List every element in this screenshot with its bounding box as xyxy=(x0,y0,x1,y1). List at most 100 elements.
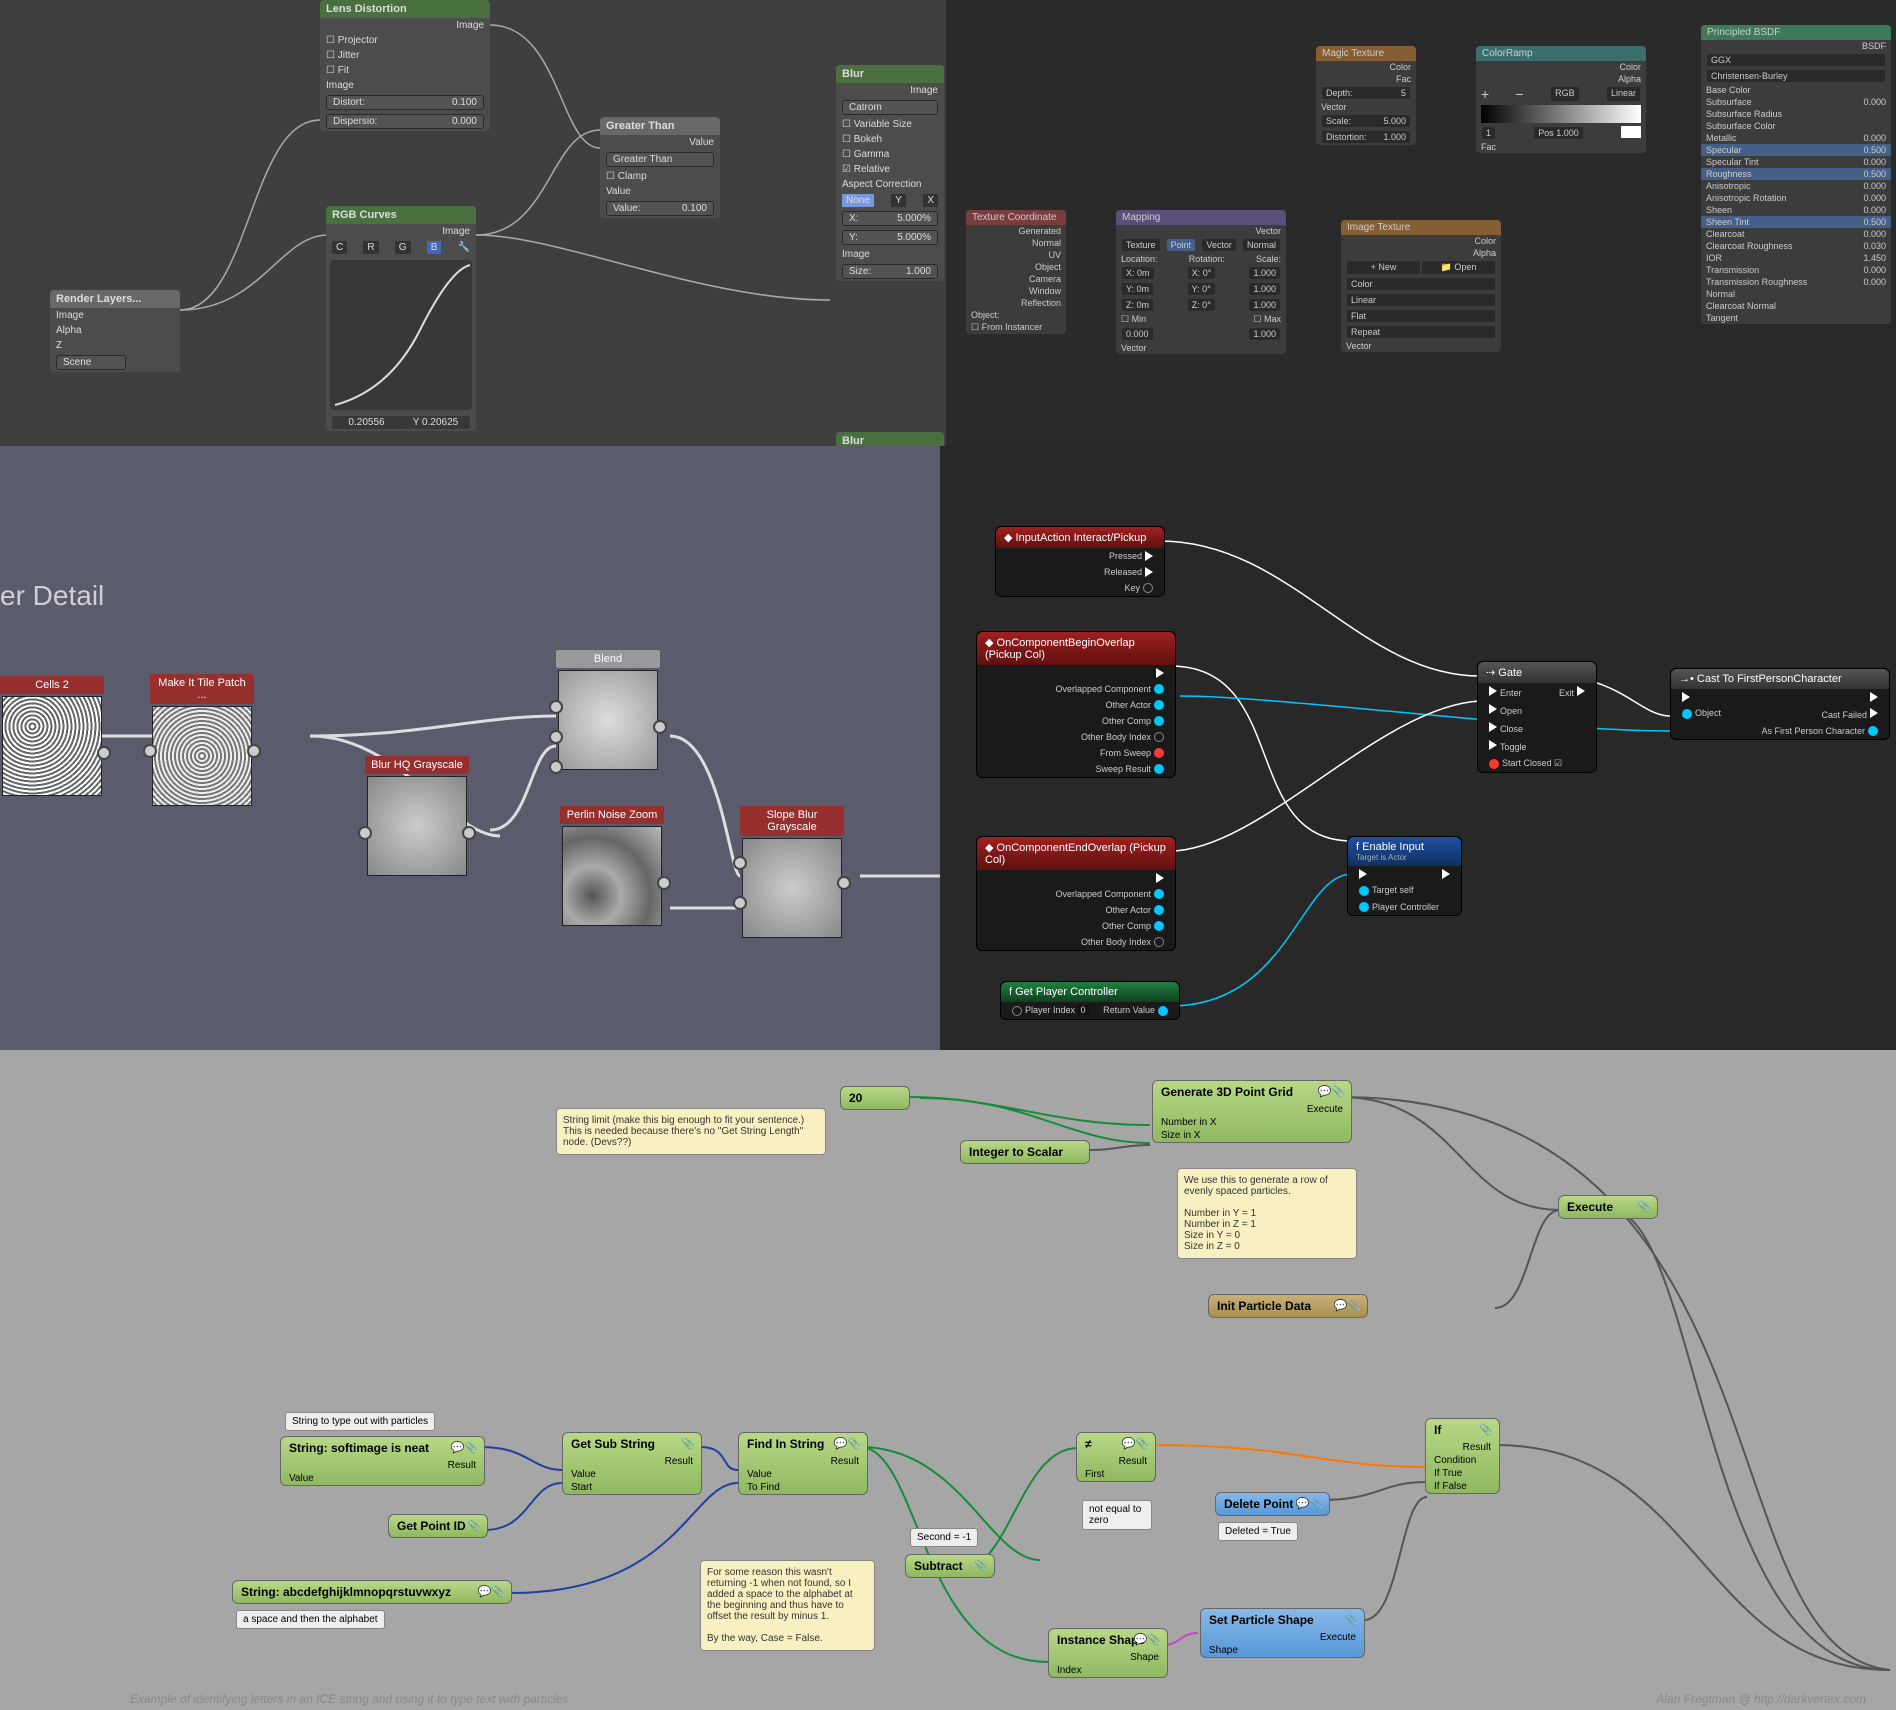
bsdf-param[interactable]: Anisotropic Rotation0.000 xyxy=(1701,192,1891,204)
jitter-check[interactable]: Jitter xyxy=(338,50,360,61)
input-socket-2[interactable] xyxy=(549,730,563,744)
exec-out[interactable] xyxy=(1870,692,1878,702)
gamma-check[interactable]: Gamma xyxy=(854,149,890,160)
bool-pin[interactable] xyxy=(1489,759,1499,769)
bsdf-param[interactable]: Base Color xyxy=(1701,84,1891,96)
data-pin[interactable] xyxy=(1154,732,1164,742)
mode-linear[interactable]: Linear xyxy=(1607,87,1640,101)
neq-node[interactable]: ≠💬📎 Result First xyxy=(1076,1432,1156,1482)
data-pin[interactable] xyxy=(1359,902,1369,912)
bsdf-param[interactable]: Roughness0.500 xyxy=(1701,168,1891,180)
instance-shape-node[interactable]: Instance Shape💬📎 Shape Index xyxy=(1048,1628,1168,1678)
extension[interactable]: Repeat xyxy=(1347,326,1495,338)
interp[interactable]: Linear xyxy=(1347,294,1495,306)
size-value[interactable]: 1.000 xyxy=(906,266,931,277)
tab-texture[interactable]: Texture xyxy=(1122,239,1160,251)
tab-c[interactable]: C xyxy=(332,241,347,254)
data-pin[interactable] xyxy=(1143,583,1153,593)
ramp-gradient[interactable] xyxy=(1481,105,1641,123)
init-particle-data-node[interactable]: Init Particle Data💬📎 xyxy=(1208,1294,1368,1318)
bsdf-param[interactable]: Sheen Tint0.500 xyxy=(1701,216,1891,228)
principled-bsdf-node[interactable]: Principled BSDF BSDF GGX Christensen-Bur… xyxy=(1701,25,1891,324)
output-socket[interactable] xyxy=(462,826,476,840)
input-socket[interactable] xyxy=(358,826,372,840)
generate-3d-grid-node[interactable]: Generate 3D Point Grid💬📎 Execute Number … xyxy=(1152,1080,1352,1143)
data-pin[interactable] xyxy=(1012,1006,1022,1016)
output-socket[interactable] xyxy=(653,720,667,734)
int-to-scalar-node[interactable]: Integer to Scalar xyxy=(960,1140,1090,1164)
if-node[interactable]: If📎 Result Condition If True If False xyxy=(1425,1418,1500,1494)
input-socket-1[interactable] xyxy=(549,700,563,714)
blur-node[interactable]: Blur Image Catrom ☐ Variable Size ☐ Boke… xyxy=(836,65,944,281)
tab-r[interactable]: R xyxy=(363,241,378,254)
clamp-check[interactable]: Clamp xyxy=(618,171,647,182)
depth-value[interactable]: 5 xyxy=(1401,88,1406,98)
output-socket[interactable] xyxy=(657,876,671,890)
get-sub-string-node[interactable]: Get Sub String📎 Result Value Start xyxy=(562,1432,702,1495)
distort-value[interactable]: 0.100 xyxy=(452,97,477,108)
curve-editor[interactable] xyxy=(330,260,472,410)
output-socket[interactable] xyxy=(97,746,111,760)
open-image[interactable]: Open xyxy=(1454,262,1476,272)
tab-point[interactable]: Point xyxy=(1167,239,1196,251)
exec-in[interactable] xyxy=(1682,692,1690,702)
output-socket[interactable] xyxy=(837,876,851,890)
tab-b[interactable]: B xyxy=(427,241,442,254)
input-action-node[interactable]: ◆ InputAction Interact/Pickup Pressed Re… xyxy=(995,526,1165,597)
max-x[interactable]: 1.000 xyxy=(1249,328,1280,340)
get-point-id-node[interactable]: Get Point ID📎 xyxy=(388,1514,488,1538)
type-select[interactable]: Catrom xyxy=(842,100,938,115)
loc-x[interactable]: X: 0m xyxy=(1122,267,1154,279)
bsdf-param[interactable]: Specular0.500 xyxy=(1701,144,1891,156)
min-check[interactable]: Min xyxy=(1132,314,1147,324)
varsize-check[interactable]: Variable Size xyxy=(854,119,912,130)
string2-node[interactable]: String: abcdefghijklmnopqrstuvwxyz💬📎 xyxy=(232,1580,512,1604)
gate-node[interactable]: ⇢ Gate EnterExit Open Close Toggle Start… xyxy=(1477,661,1597,773)
bsdf-param[interactable]: Clearcoat0.000 xyxy=(1701,228,1891,240)
bsdf-param[interactable]: Normal xyxy=(1701,288,1891,300)
wrench-icon[interactable]: 🔧 xyxy=(458,242,470,253)
lens-distortion-node[interactable]: Lens Distortion Image ☐ Projector ☐ Jitt… xyxy=(320,0,490,131)
stop-index[interactable]: 1 xyxy=(1482,127,1495,139)
projector-check[interactable]: Projector xyxy=(338,35,378,46)
tile-node[interactable]: Make It Tile Patch ... xyxy=(150,674,254,808)
find-in-string-node[interactable]: Find In String💬📎 Result Value To Find xyxy=(738,1432,868,1495)
rot-y[interactable]: Y: 0° xyxy=(1188,283,1215,295)
texture-coordinate-node[interactable]: Texture Coordinate Generated Normal UV O… xyxy=(966,210,1066,334)
sss-select[interactable]: Christensen-Burley xyxy=(1707,70,1885,82)
bsdf-param[interactable]: Tangent xyxy=(1701,312,1891,324)
exec-pin[interactable] xyxy=(1156,873,1164,883)
subtract-node[interactable]: Subtract📎 xyxy=(905,1554,995,1578)
relative-check[interactable]: Relative xyxy=(854,164,890,175)
dist-value[interactable]: 1.000 xyxy=(1383,132,1406,142)
get-player-controller-node[interactable]: f Get Player Controller Player Index 0Re… xyxy=(1000,981,1180,1020)
output-socket[interactable] xyxy=(247,744,261,758)
curve-y[interactable]: Y 0.20625 xyxy=(401,416,470,429)
bsdf-param[interactable]: Subsurface Radius xyxy=(1701,108,1891,120)
cast-node[interactable]: →• Cast To FirstPersonCharacter ObjectCa… xyxy=(1670,668,1890,740)
exec-out[interactable] xyxy=(1442,869,1450,879)
string1-node[interactable]: String: softimage is neat💬📎 Result Value xyxy=(280,1436,485,1486)
pos-value[interactable]: 1.000 xyxy=(1556,128,1579,138)
scale-x[interactable]: 1.000 xyxy=(1249,267,1280,279)
input-socket-3[interactable] xyxy=(549,760,563,774)
instancer-check[interactable]: From Instancer xyxy=(982,322,1043,332)
data-pin[interactable] xyxy=(1154,748,1164,758)
exec-in[interactable] xyxy=(1359,869,1367,879)
index-value[interactable]: 0 xyxy=(1078,1005,1089,1015)
data-pin[interactable] xyxy=(1154,700,1164,710)
exec-pin[interactable] xyxy=(1489,704,1497,714)
rot-z[interactable]: Z: 0° xyxy=(1188,299,1215,311)
exec-pin[interactable] xyxy=(1156,668,1164,678)
begin-overlap-node[interactable]: ◆ OnComponentBeginOverlap (Pickup Col) O… xyxy=(976,631,1176,778)
new-image[interactable]: New xyxy=(1378,262,1396,272)
colorspace[interactable]: Color xyxy=(1347,278,1495,290)
exec-pin[interactable] xyxy=(1870,708,1878,718)
cells-node[interactable]: Cells 2 xyxy=(0,676,104,798)
del-stop[interactable]: − xyxy=(1516,86,1524,102)
exec-pin[interactable] xyxy=(1489,722,1497,732)
end-overlap-node[interactable]: ◆ OnComponentEndOverlap (Pickup Col) Ove… xyxy=(976,836,1176,951)
data-pin[interactable] xyxy=(1154,684,1164,694)
data-pin[interactable] xyxy=(1682,709,1692,719)
exec-pin[interactable] xyxy=(1577,686,1585,696)
